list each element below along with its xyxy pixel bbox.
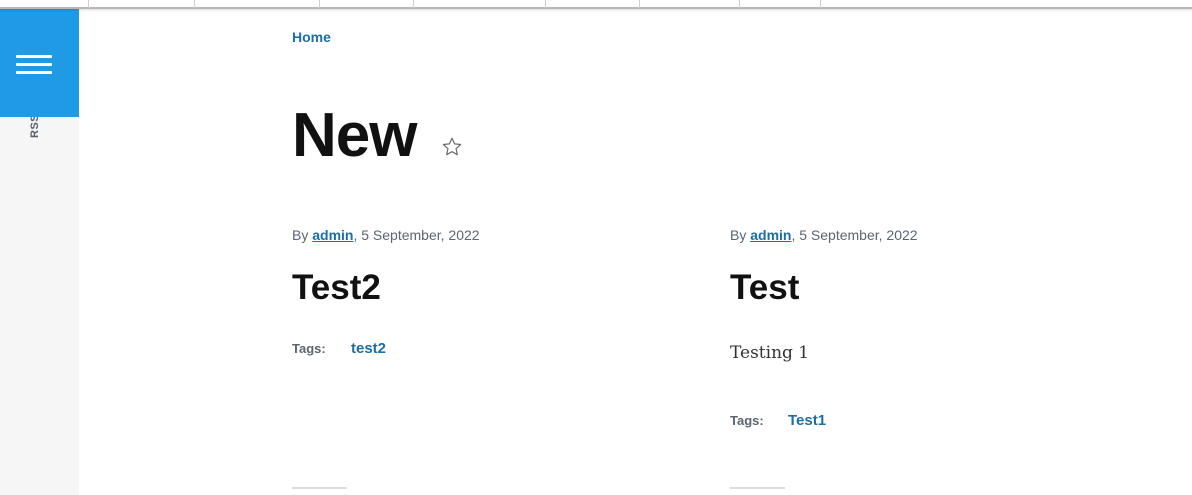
hamburger-menu-icon — [16, 55, 52, 58]
rss-link[interactable]: RSS — [27, 117, 43, 139]
top-toolbar — [0, 0, 1192, 9]
toolbar-separator — [319, 0, 320, 8]
article-divider — [730, 487, 785, 489]
star-outline-icon[interactable] — [441, 136, 463, 158]
breadcrumb-home-link[interactable]: Home — [292, 29, 331, 45]
article-divider — [292, 487, 347, 489]
article-byline: By admin, 5 September, 2022 — [292, 227, 480, 243]
hamburger-menu-icon — [16, 71, 52, 74]
toolbar-separator — [639, 0, 640, 8]
tags-label: Tags: — [292, 341, 326, 356]
toolbar-separator — [194, 0, 195, 8]
author-link[interactable]: admin — [312, 227, 353, 243]
tag-link[interactable]: test2 — [351, 340, 386, 357]
rss-label: RSS — [29, 117, 41, 138]
article-body: Testing 1 — [730, 343, 810, 363]
toolbar-separator — [545, 0, 546, 8]
article-title-link[interactable]: Test2 — [292, 268, 381, 308]
toolbar-separator — [413, 0, 414, 8]
page-title: New — [292, 101, 417, 170]
article-byline: By admin, 5 September, 2022 — [730, 227, 918, 243]
menu-toggle-button[interactable] — [0, 9, 79, 117]
article-date: , 5 September, 2022 — [791, 227, 918, 243]
article-date: , 5 September, 2022 — [353, 227, 480, 243]
byline-prefix: By — [730, 227, 747, 243]
hamburger-menu-icon — [16, 63, 52, 66]
tags-label: Tags: — [730, 413, 764, 428]
toolbar-separator — [739, 0, 740, 8]
article-title-link[interactable]: Test — [730, 268, 799, 308]
byline-prefix: By — [292, 227, 309, 243]
toolbar-separator — [820, 0, 821, 8]
tag-link[interactable]: Test1 — [788, 412, 826, 429]
author-link[interactable]: admin — [750, 227, 791, 243]
toolbar-separator — [88, 0, 89, 8]
